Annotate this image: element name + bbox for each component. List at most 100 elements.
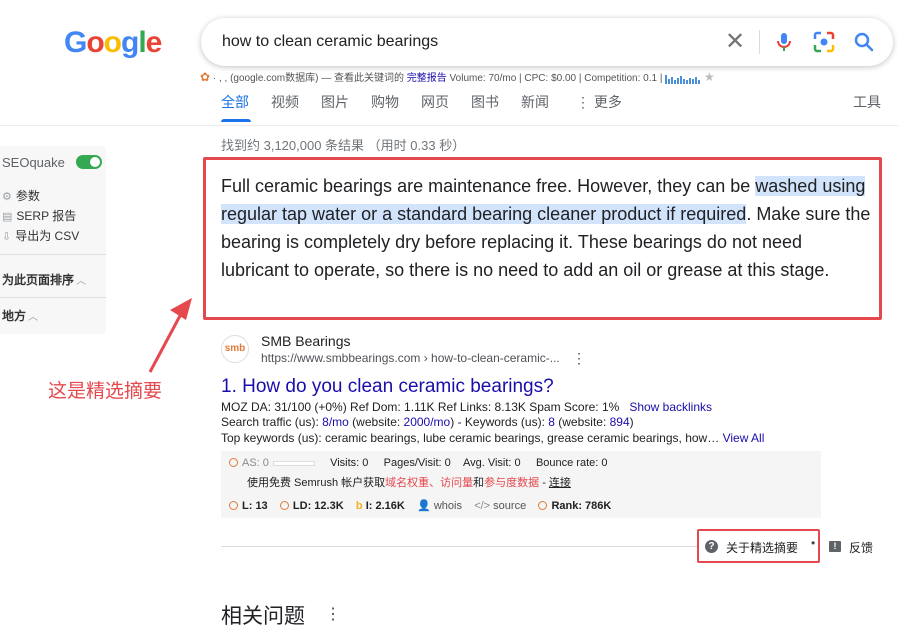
linking-domains[interactable]: LD: 12.3K <box>293 500 344 512</box>
search-input[interactable]: how to clean ceramic bearings <box>222 33 438 51</box>
authority-score: AS: 0 <box>242 457 269 469</box>
star-icon[interactable]: ★ <box>704 70 715 84</box>
top-keywords-text: Top keywords (us): ceramic bearings, lub… <box>221 431 720 445</box>
logo-letter: o <box>86 26 104 59</box>
feedback-icon[interactable]: ! <box>829 541 841 552</box>
semrush-icon <box>279 501 289 510</box>
traffic-text: (website: <box>348 415 404 429</box>
search-box[interactable]: how to clean ceramic bearings ✕ <box>201 18 893 66</box>
clear-icon[interactable]: ✕ <box>725 28 745 56</box>
logo-letter: g <box>121 26 139 59</box>
keyword-metrics: Volume: 70/mo | CPC: $0.00 | Competition… <box>449 73 663 84</box>
traffic-site-link[interactable]: 2000/mo <box>404 415 451 429</box>
site-name[interactable]: SMB Bearings <box>261 333 350 349</box>
tab-images[interactable]: 图片 <box>321 92 349 112</box>
snippet-text-before: Full ceramic bearings are maintenance fr… <box>221 176 756 196</box>
pages-per-visit: Pages/Visit: 0 <box>383 457 451 469</box>
full-report-link[interactable]: 完整报告 <box>407 73 447 84</box>
seoquake-keyword-bar: ✿ · , , (google.com数据库) — 查看此关键词的 完整报告 V… <box>200 69 715 84</box>
sidebar-item-label: 参数 <box>15 189 40 203</box>
moz-metrics: MOZ DA: 31/100 (+0%) Ref Dom: 1.11K Ref … <box>221 400 712 414</box>
seoquake-toggle[interactable] <box>76 155 102 169</box>
traffic-text: ) - Keywords (us): <box>450 415 549 429</box>
top-keywords: Top keywords (us): ceramic bearings, lub… <box>221 431 764 445</box>
annotation-arrow-icon <box>148 298 192 373</box>
chevron-up-icon: ︿ <box>28 312 39 323</box>
tools-button[interactable]: 工具 <box>853 92 881 112</box>
tab-more[interactable]: ⋮ 更多 <box>576 92 622 112</box>
whois-link[interactable]: whois <box>434 500 462 512</box>
moz-metrics-text: MOZ DA: 31/100 (+0%) Ref Dom: 1.11K Ref … <box>221 400 620 414</box>
rank[interactable]: Rank: 786K <box>551 500 611 512</box>
more-options-icon[interactable]: ⋮ <box>572 350 586 367</box>
logo-letter: l <box>138 26 146 59</box>
header-divider <box>0 125 898 126</box>
snippet-footer-divider <box>221 546 699 547</box>
sidebar-divider <box>0 254 106 255</box>
export-icon: ⇩ <box>2 231 12 243</box>
promo-text: 和 <box>473 477 485 489</box>
tab-web[interactable]: 网页 <box>421 92 449 112</box>
traffic-text: (website: <box>554 415 610 429</box>
show-backlinks-link[interactable]: Show backlinks <box>629 400 712 414</box>
tab-all[interactable]: 全部 <box>221 92 249 112</box>
promo-text: 使用免费 Semrush 帐户获取 <box>247 477 386 489</box>
sidebar-item-settings[interactable]: ⚙ 参数 <box>2 187 40 204</box>
semrush-link-row: L: 13 LD: 12.3K b I: 2.16K 👤 whois </> s… <box>229 499 611 512</box>
sidebar-item-serp-report[interactable]: ▤ SERP 报告 <box>2 207 76 224</box>
more-options-icon[interactable]: ⋮ <box>325 604 341 624</box>
promo-highlight: 参与度数据 <box>484 477 540 489</box>
tab-news[interactable]: 新闻 <box>521 92 549 112</box>
microphone-icon[interactable] <box>772 30 796 54</box>
annotation-label: 这是精选摘要 <box>48 381 163 402</box>
tab-books[interactable]: 图书 <box>471 92 499 112</box>
traffic-text: ) <box>629 415 634 429</box>
index-count[interactable]: I: 2.16K <box>366 500 405 512</box>
list-icon: ▤ <box>2 211 13 223</box>
links-count[interactable]: L: 13 <box>242 500 268 512</box>
about-featured-snippet-link[interactable]: 关于精选摘要 <box>726 539 798 556</box>
site-url[interactable]: https://www.smbbearings.com › how-to-cle… <box>261 351 560 365</box>
section-label: 为此页面排序 <box>2 273 75 287</box>
logo-letter: o <box>103 26 122 59</box>
site-favicon: smb <box>221 335 249 363</box>
avg-visit: Avg. Visit: 0 <box>462 457 521 469</box>
help-icon[interactable]: ? <box>705 540 718 553</box>
dot-separator: • <box>811 536 816 550</box>
tab-videos[interactable]: 视频 <box>271 92 299 112</box>
lens-icon[interactable] <box>812 30 836 54</box>
sidebar-item-label: SERP 报告 <box>16 209 77 223</box>
user-icon: 👤 <box>417 500 431 512</box>
seoquake-icon: ✿ <box>200 70 211 84</box>
result-number: 1. <box>221 376 237 397</box>
chevron-up-icon: ︿ <box>76 276 87 287</box>
sidebar-item-export-csv[interactable]: ⇩ 导出为 CSV <box>2 227 79 244</box>
related-questions-heading: 相关问题 <box>221 605 305 628</box>
keywords-link[interactable]: 8 <box>548 415 555 429</box>
result-stats: 找到约 3,120,000 条结果 （用时 0.33 秒） <box>221 138 466 153</box>
sidebar-section-sort[interactable]: 为此页面排序 ︿ <box>2 271 86 288</box>
result-title-link[interactable]: How do you clean ceramic bearings? <box>242 376 554 397</box>
keywords-site-link[interactable]: 894 <box>610 415 630 429</box>
code-icon: </> <box>474 500 491 512</box>
sidebar-item-label: 导出为 CSV <box>15 229 80 243</box>
semrush-panel: AS: 0 Visits: 0 Pages/Visit: 0 Avg. Visi… <box>221 451 821 518</box>
logo-letter: e <box>145 26 163 59</box>
semrush-icon <box>538 501 548 510</box>
search-divider <box>759 30 760 54</box>
sidebar-section-local[interactable]: 地方 ︿ <box>2 307 38 324</box>
feedback-link[interactable]: 反馈 <box>849 539 873 556</box>
connect-link[interactable]: 连接 <box>549 477 571 489</box>
promo-text: - <box>539 477 549 489</box>
semrush-promo: 使用免费 Semrush 帐户获取域名权重、访问量和参与度数据 - 连接 <box>247 474 571 490</box>
google-logo[interactable]: Google <box>64 26 163 60</box>
search-icon[interactable] <box>852 30 876 54</box>
traffic-link[interactable]: 8/mo <box>322 415 349 429</box>
result-title[interactable]: 1. How do you clean ceramic bearings? <box>221 376 554 398</box>
tab-shopping[interactable]: 购物 <box>371 92 399 112</box>
source-link[interactable]: source <box>493 500 526 512</box>
authority-bar <box>272 460 315 466</box>
section-label: 地方 <box>2 309 27 323</box>
view-all-link[interactable]: View All <box>723 431 765 445</box>
logo-letter: G <box>64 26 87 59</box>
